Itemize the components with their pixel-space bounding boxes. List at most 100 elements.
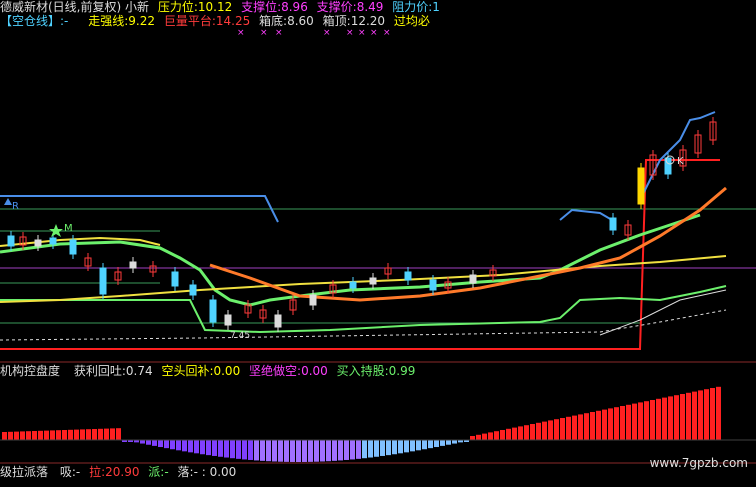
pai-value: - (164, 465, 169, 479)
histogram-bar (50, 430, 55, 440)
histogram-bar (74, 429, 79, 440)
box-bottom-label: 箱底: (259, 14, 288, 28)
box-top-value: 12.20 (350, 14, 386, 28)
strong-value: 9.22 (128, 14, 155, 28)
histogram-bar (344, 440, 349, 460)
histogram-bar (428, 440, 433, 449)
histogram-bar (212, 440, 217, 456)
histogram-bar (716, 386, 721, 440)
candle (404, 271, 412, 281)
histogram-bar (374, 440, 379, 457)
histogram-bar (692, 391, 697, 440)
candle (69, 239, 77, 255)
empty-line-series (0, 159, 720, 350)
histogram-bar (482, 433, 487, 440)
histogram-bar (308, 440, 313, 462)
histogram-bar (632, 403, 637, 440)
histogram-bar (230, 440, 235, 459)
histogram-bar (356, 440, 361, 459)
histogram-bar (452, 440, 457, 444)
histogram-bar (158, 440, 163, 448)
histogram-bar (20, 431, 25, 440)
x-mark: × (383, 28, 391, 38)
histogram-bar (236, 440, 241, 459)
histogram-bar (194, 440, 199, 454)
histogram-bar (338, 440, 343, 461)
candle (274, 314, 282, 328)
candle (637, 167, 645, 205)
x-mark: × (260, 28, 268, 38)
histogram-bar (38, 430, 43, 440)
histogram-bar (8, 431, 13, 440)
histogram-bar (446, 440, 451, 445)
green-series (0, 285, 727, 334)
histogram-bar (614, 407, 619, 440)
histogram-bar (608, 408, 613, 440)
empty-line-label: 【空仓线】: (0, 14, 65, 28)
candle (349, 281, 357, 289)
pass-label: 过均必 (393, 14, 430, 28)
short-label: 空头回补: (161, 364, 214, 378)
histogram-bar (476, 434, 481, 440)
histogram-bar (704, 389, 709, 440)
star-icon (49, 224, 63, 237)
r-label: R (12, 201, 19, 212)
histogram-bar (368, 440, 373, 458)
support2-label: 支撑价: (316, 0, 357, 14)
support1-label: 支撑位: (241, 0, 282, 14)
pai-label: 派: (148, 465, 165, 479)
histogram-bar (698, 390, 703, 440)
strong-label: 走强线: (88, 14, 129, 28)
histogram-bar (488, 432, 493, 440)
histogram-bar (680, 394, 685, 440)
histogram-bar (314, 440, 319, 462)
histogram-bar (524, 425, 529, 440)
pressure-label: 压力位: (157, 0, 198, 14)
la-value: 20.90 (105, 465, 140, 479)
candle (469, 274, 477, 284)
x-mark: × (275, 28, 283, 38)
histogram-bar (140, 440, 145, 444)
histogram-bar (182, 440, 187, 452)
histogram-bar (320, 440, 325, 462)
footer-title: 级拉派落 (0, 465, 49, 479)
histogram-bar (332, 440, 337, 461)
r-marker (4, 198, 12, 205)
histogram-bar (494, 431, 499, 440)
box-bottom-value: 8.60 (287, 14, 314, 28)
candle (189, 284, 197, 296)
histogram-bar (644, 401, 649, 440)
histogram-bar (560, 418, 565, 440)
histogram-bar (44, 430, 49, 440)
histogram-bar (590, 412, 595, 440)
header2-row: 【空仓线】:- 走强线:9.22 巨量平台:14.25 箱底:8.60 箱顶:1… (0, 14, 435, 28)
platform-value: 14.25 (215, 14, 251, 28)
short-value: 0.00 (213, 364, 241, 378)
profit-value: 0.74 (125, 364, 153, 378)
histogram-bar (500, 430, 505, 440)
histogram-bar (416, 440, 421, 451)
resistance-value: 1 (432, 0, 440, 14)
candle (369, 277, 377, 285)
histogram-bar (98, 428, 103, 440)
histogram-bar (218, 440, 223, 457)
stock-title: 德威新材(日线,前复权) 小新 (0, 0, 149, 14)
dashed-series (0, 309, 727, 341)
candle (129, 261, 137, 269)
histogram-bar (326, 440, 331, 462)
empty-value: 0.00 (301, 364, 328, 378)
histogram-bar (686, 392, 691, 440)
candle (224, 314, 232, 326)
histogram-bar (542, 421, 547, 440)
histogram-bar (68, 429, 73, 440)
white-series (599, 289, 727, 336)
histogram-bar (536, 422, 541, 440)
histogram-bar (710, 388, 715, 440)
histogram-bar (146, 440, 151, 445)
support1-value: 8.96 (281, 0, 308, 14)
x-mark: × (346, 28, 354, 38)
candle (171, 271, 179, 287)
histogram-bar (188, 440, 193, 453)
x-mark: × (237, 28, 245, 38)
histogram-bar (248, 440, 253, 460)
